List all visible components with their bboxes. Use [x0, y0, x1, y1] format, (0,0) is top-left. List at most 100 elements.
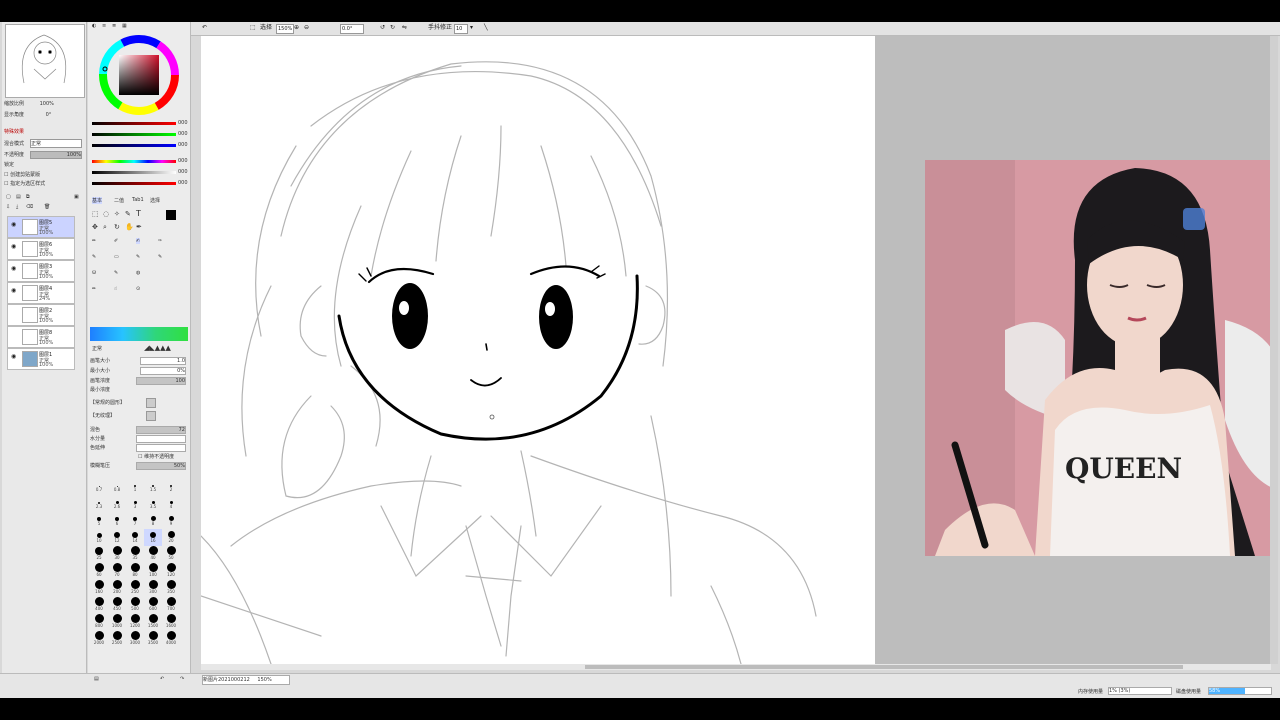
tip-shape-icons[interactable]: ◢◣▲▲▲ — [144, 344, 171, 352]
brush-size-preset[interactable]: 20 — [162, 529, 180, 546]
brush-size-preset[interactable]: 40 — [144, 546, 162, 563]
brush-tool-icon[interactable]: ✍ — [136, 238, 141, 244]
brush-size-preset[interactable]: 1000 — [108, 614, 126, 631]
density-slider[interactable]: 100 — [136, 377, 186, 385]
blue-value[interactable]: 000 — [178, 142, 188, 148]
brush-size-preset[interactable]: 14 — [126, 529, 144, 546]
flip-icon[interactable]: ⇋ — [402, 24, 407, 32]
binary-pen-icon[interactable]: ✎ — [114, 270, 118, 276]
brush-size-preset[interactable]: 1200 — [126, 614, 144, 631]
rotate-left-icon[interactable]: ↺ — [380, 24, 385, 32]
tab-binary[interactable]: 二值 — [114, 197, 124, 204]
brush-size-preset[interactable]: 2.3 — [90, 495, 108, 512]
marker-tool-icon[interactable]: ✎ — [92, 254, 96, 260]
swatch-icon[interactable]: ▦ — [122, 23, 127, 29]
tab-select[interactable]: 选择 — [150, 197, 160, 204]
color-wheel-icon[interactable]: ◐ — [92, 23, 96, 29]
color-wheel[interactable] — [97, 34, 181, 116]
zoom-icon[interactable]: ⌕ — [103, 223, 107, 232]
pen-icon[interactable]: ✒ — [136, 223, 142, 231]
brush-size-preset[interactable]: 70 — [108, 563, 126, 580]
brush-size-preset[interactable]: 200 — [108, 580, 126, 597]
brush-size-preset[interactable]: 16 — [144, 529, 162, 546]
brush-size-preset[interactable]: 700 — [162, 597, 180, 614]
brush-size-preset[interactable]: 6 — [108, 512, 126, 529]
brush-size-preset[interactable]: 80 — [126, 563, 144, 580]
eraser-tool-icon[interactable]: ▭ — [114, 254, 119, 260]
green-value[interactable]: 000 — [178, 131, 188, 137]
brush-size-preset[interactable]: 25 — [90, 546, 108, 563]
brush-size-preset[interactable]: 1600 — [162, 614, 180, 631]
eye-icon[interactable] — [11, 310, 17, 316]
brush-size-preset[interactable]: 500 — [126, 597, 144, 614]
select-rect-icon[interactable]: ⬚ — [92, 210, 99, 218]
undo-icon[interactable]: ↶ — [202, 24, 207, 32]
opacity-slider[interactable]: 100% — [30, 151, 82, 159]
eye-icon[interactable]: ◉ — [11, 222, 17, 228]
brush-size-preset[interactable]: 160 — [90, 580, 108, 597]
eye-icon[interactable] — [11, 332, 17, 338]
blur-tool-icon[interactable]: ◍ — [136, 270, 140, 276]
green-slider[interactable] — [92, 133, 176, 136]
move-icon[interactable]: ✥ — [92, 223, 98, 231]
deselect-pen-icon[interactable]: ✎ — [158, 254, 162, 260]
texture-option-button[interactable] — [146, 411, 156, 421]
rotate-doc-icon[interactable]: ↶ — [160, 676, 164, 682]
select-pen-icon[interactable]: ✎ — [136, 254, 140, 260]
persistence-slider[interactable] — [136, 444, 186, 452]
select-icon[interactable]: ⬚ — [250, 24, 256, 32]
brush-size-preset[interactable]: 3 — [126, 495, 144, 512]
eyedropper-icon[interactable]: ✎ — [125, 210, 131, 218]
foreground-color-swatch[interactable] — [166, 210, 176, 220]
blend-select[interactable]: 正常 — [30, 139, 82, 148]
airbrush-tool-icon[interactable]: ✐ — [114, 238, 118, 244]
stabilizer-field[interactable]: 10 — [454, 24, 468, 34]
brush-size-preset[interactable]: 800 — [90, 614, 108, 631]
lasso-icon[interactable]: ◌ — [103, 210, 109, 218]
nav-zoom-value[interactable]: 100% — [40, 101, 54, 107]
red-value[interactable]: 000 — [178, 120, 188, 126]
line-tool-icon[interactable]: ╲ — [484, 24, 488, 32]
pencil-tool-icon[interactable]: ✏ — [92, 286, 96, 292]
brush-size-preset[interactable]: 3000 — [126, 631, 144, 648]
layer-item[interactable]: ◉ 图层4 正常 24% — [7, 282, 75, 304]
hsv-slider-icon[interactable]: ≣ — [112, 23, 116, 29]
horizontal-scroll-thumb[interactable] — [585, 665, 1183, 669]
delete-layer-icon[interactable]: 🗑 — [44, 204, 50, 210]
saturation-value[interactable]: 000 — [178, 169, 188, 175]
brush-size-preset[interactable]: 1500 — [144, 614, 162, 631]
doc-menu-icon[interactable]: ▤ — [94, 676, 99, 682]
brush-size-preset[interactable]: 50 — [162, 546, 180, 563]
value-slider[interactable] — [92, 182, 176, 185]
shape-select[interactable]: 【常规的圆形】 — [90, 399, 125, 406]
shape-option-button[interactable] — [146, 398, 156, 408]
ref-checkbox[interactable]: ☐ 指定为选区样式 — [4, 180, 45, 187]
blur-slider[interactable]: 50% — [136, 462, 186, 470]
rgb-slider-icon[interactable]: ≡ — [102, 23, 106, 29]
new-layer-icon[interactable]: ▢ — [6, 194, 11, 200]
layer-item[interactable]: 图层8 正常 100% — [7, 326, 75, 348]
saturation-slider[interactable] — [92, 171, 176, 174]
layer-item[interactable]: ◉ 图层6 正常 100% — [7, 238, 75, 260]
brush-size-preset[interactable]: 12 — [108, 529, 126, 546]
brush-size-preset[interactable]: 450 — [108, 597, 126, 614]
text-tool-icon[interactable]: T — [136, 209, 141, 218]
brush-size-preset[interactable]: 400 — [90, 597, 108, 614]
layer-mask-icon[interactable]: ▣ — [74, 194, 79, 200]
select-label[interactable]: 选择 — [260, 24, 272, 32]
brush-size-preset[interactable]: 120 — [162, 563, 180, 580]
brush-size-preset[interactable]: 300 — [144, 580, 162, 597]
water-slider[interactable] — [136, 435, 186, 443]
effects-label[interactable]: 特殊效果 — [4, 128, 24, 135]
brush-size-preset[interactable]: 30 — [108, 546, 126, 563]
vertical-scrollbar[interactable] — [1270, 36, 1278, 664]
mix-slider[interactable]: 72 — [136, 426, 186, 434]
brush-size-preset[interactable]: 100 — [144, 563, 162, 580]
rotate-field[interactable]: 0.0° — [340, 24, 364, 34]
brush-size-preset[interactable]: 10 — [90, 529, 108, 546]
layer-item[interactable]: ◉ 图层3 正常 100% — [7, 260, 75, 282]
brush-size-preset[interactable]: 8 — [144, 512, 162, 529]
eye-icon[interactable]: ◉ — [11, 288, 17, 294]
layer-item[interactable]: ◉ 图层5 正常 100% — [7, 216, 75, 238]
bucket-tool-icon[interactable]: ⛁ — [92, 270, 96, 276]
